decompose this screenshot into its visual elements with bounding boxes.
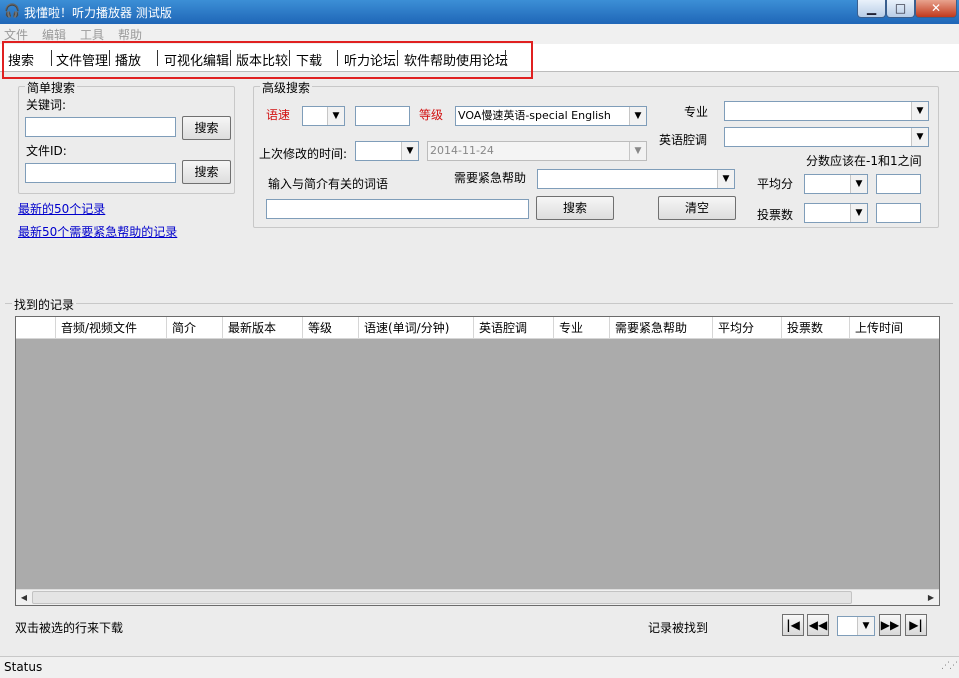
simple-search-title: 简单搜索 bbox=[25, 79, 78, 96]
status-bar: Status ⋰⋰ bbox=[0, 656, 959, 678]
minimize-button[interactable]: ▁ bbox=[857, 0, 886, 18]
avg-operator-select[interactable]: ▼ bbox=[804, 174, 868, 194]
votes-operator-select[interactable]: ▼ bbox=[804, 203, 868, 223]
download-hint: 双击被选的行来下载 bbox=[15, 621, 124, 635]
fileid-label: 文件ID: bbox=[26, 144, 67, 158]
results-divider bbox=[5, 303, 953, 304]
latest50-help-link[interactable]: 最新50个需要紧急帮助的记录 bbox=[18, 223, 177, 240]
avg-input[interactable] bbox=[876, 174, 921, 194]
level-value: VOA慢速英语-special English bbox=[458, 109, 611, 122]
accent-label: 英语腔调 bbox=[659, 133, 708, 147]
last-page-icon[interactable]: ▶| bbox=[905, 614, 927, 636]
intro-label: 输入与简介有关的词语 bbox=[268, 177, 389, 191]
headphones-icon: 🎧 bbox=[4, 4, 21, 19]
first-page-icon[interactable]: |◀ bbox=[782, 614, 804, 636]
scroll-left-icon[interactable]: ◀ bbox=[16, 590, 32, 605]
avg-label: 平均分 bbox=[757, 177, 794, 191]
results-grid[interactable]: 音频/视频文件 简介 最新版本 等级 语速(单词/分钟) 英语腔调 专业 需要紧… bbox=[15, 316, 940, 606]
speed-label: 语速 bbox=[266, 108, 291, 122]
maximize-button[interactable]: □ bbox=[886, 0, 915, 18]
score-hint: 分数应该在-1和1之间 bbox=[806, 154, 922, 168]
modified-date-picker[interactable]: 2014-11-24 ▼ bbox=[427, 141, 647, 161]
fileid-search-button[interactable]: 搜索 bbox=[182, 160, 231, 184]
help-label: 需要紧急帮助 bbox=[454, 171, 527, 185]
column-header[interactable]: 平均分 bbox=[712, 317, 781, 339]
accent-select[interactable]: ▼ bbox=[724, 127, 929, 147]
prev-page-icon[interactable]: ◀◀ bbox=[807, 614, 829, 636]
column-header[interactable]: 等级 bbox=[302, 317, 358, 339]
fileid-input[interactable] bbox=[25, 163, 176, 183]
advanced-search-title: 高级搜索 bbox=[260, 79, 313, 96]
keyword-input[interactable] bbox=[25, 117, 176, 137]
results-title: 找到的记录 bbox=[12, 296, 77, 313]
menu-tools[interactable]: 工具 bbox=[80, 26, 104, 43]
speed-operator-select[interactable]: ▼ bbox=[302, 106, 345, 126]
chevron-down-icon: ▼ bbox=[911, 102, 928, 120]
major-label: 专业 bbox=[684, 105, 709, 119]
latest50-link[interactable]: 最新的50个记录 bbox=[18, 200, 105, 217]
column-header[interactable]: 投票数 bbox=[781, 317, 849, 339]
help-select[interactable]: ▼ bbox=[537, 169, 735, 189]
scroll-right-icon[interactable]: ▶ bbox=[923, 590, 939, 605]
menu-help[interactable]: 帮助 bbox=[118, 26, 142, 43]
found-label: 记录被找到 bbox=[648, 621, 709, 635]
menu-edit[interactable]: 编辑 bbox=[42, 26, 66, 43]
chevron-down-icon: ▼ bbox=[717, 170, 734, 188]
votes-input[interactable] bbox=[876, 203, 921, 223]
speed-input[interactable] bbox=[355, 106, 410, 126]
modified-operator-select[interactable]: ▼ bbox=[355, 141, 419, 161]
menu-file[interactable]: 文件 bbox=[4, 26, 28, 43]
chevron-down-icon: ▼ bbox=[327, 107, 344, 125]
major-select[interactable]: ▼ bbox=[724, 101, 929, 121]
votes-label: 投票数 bbox=[757, 208, 794, 222]
grid-body[interactable] bbox=[16, 339, 939, 590]
advanced-search-button[interactable]: 搜索 bbox=[536, 196, 614, 220]
chevron-down-icon: ▼ bbox=[911, 128, 928, 146]
chevron-down-icon: ▼ bbox=[857, 617, 874, 635]
modified-label: 上次修改的时间: bbox=[259, 147, 348, 161]
grid-header: 音频/视频文件 简介 最新版本 等级 语速(单词/分钟) 英语腔调 专业 需要紧… bbox=[16, 317, 939, 339]
close-button[interactable]: ✕ bbox=[915, 0, 957, 18]
column-header[interactable]: 音频/视频文件 bbox=[55, 317, 166, 339]
window-title: 我懂啦！听力播放器 测试版 bbox=[24, 5, 172, 20]
chevron-down-icon: ▼ bbox=[850, 204, 867, 222]
column-header[interactable]: 专业 bbox=[553, 317, 609, 339]
status-text: Status bbox=[4, 660, 43, 674]
modified-date-value: 2014-11-24 bbox=[430, 144, 494, 157]
title-bar: 🎧 我懂啦！听力播放器 测试版 bbox=[0, 0, 959, 24]
column-header[interactable]: 英语腔调 bbox=[473, 317, 553, 339]
column-header[interactable]: 最新版本 bbox=[222, 317, 302, 339]
next-page-icon[interactable]: ▶▶ bbox=[879, 614, 901, 636]
resize-grip-icon[interactable]: ⋰⋰ bbox=[941, 656, 958, 676]
column-header[interactable]: 语速(单词/分钟) bbox=[358, 317, 473, 339]
chevron-down-icon: ▼ bbox=[629, 142, 646, 160]
tab-highlight-box bbox=[2, 41, 533, 79]
page-select[interactable]: ▼ bbox=[837, 616, 875, 636]
column-header[interactable]: 简介 bbox=[166, 317, 222, 339]
intro-input[interactable] bbox=[266, 199, 529, 219]
level-select[interactable]: VOA慢速英语-special English ▼ bbox=[455, 106, 647, 126]
column-header[interactable]: 上传时间 bbox=[849, 317, 939, 339]
keyword-label: 关键词: bbox=[26, 98, 67, 112]
chevron-down-icon: ▼ bbox=[629, 107, 646, 125]
keyword-search-button[interactable]: 搜索 bbox=[182, 116, 231, 140]
level-label: 等级 bbox=[419, 108, 444, 122]
chevron-down-icon: ▼ bbox=[401, 142, 418, 160]
clear-button[interactable]: 清空 bbox=[658, 196, 736, 220]
chevron-down-icon: ▼ bbox=[850, 175, 867, 193]
column-header[interactable]: 需要紧急帮助 bbox=[609, 317, 712, 339]
scroll-thumb[interactable] bbox=[32, 591, 852, 604]
horizontal-scrollbar[interactable]: ◀ ▶ bbox=[16, 589, 939, 605]
